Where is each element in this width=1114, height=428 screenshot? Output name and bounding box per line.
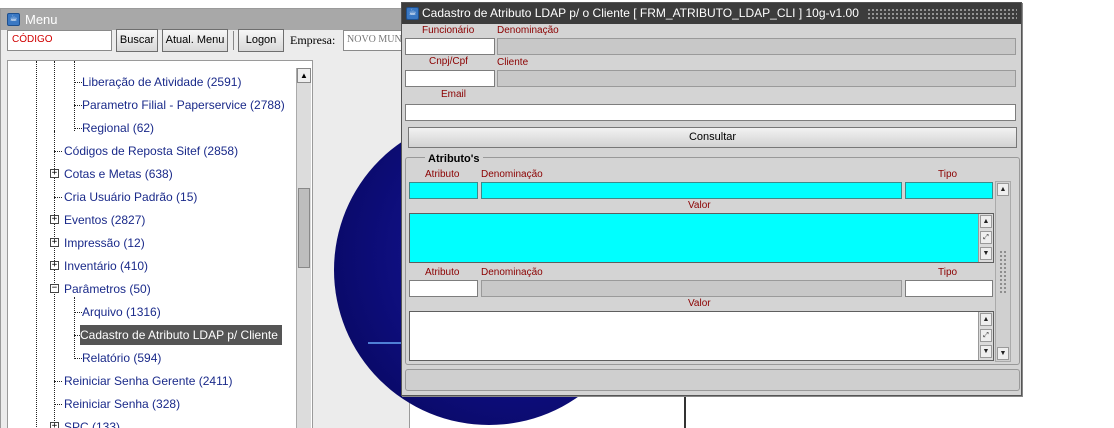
tree-expand-icon[interactable]: + bbox=[50, 215, 59, 224]
scroll-up-icon[interactable]: ▲ bbox=[980, 313, 992, 326]
valor-scrollbar[interactable]: ▲ ⤢ ▼ bbox=[978, 312, 993, 360]
menu-title: Menu bbox=[25, 12, 58, 27]
cliente-label: Cliente bbox=[497, 57, 529, 68]
tree-item-parametros[interactable]: Parâmetros (50) bbox=[64, 279, 151, 299]
records-scroll-grip[interactable] bbox=[999, 250, 1007, 294]
tree-item-reiniciar-senha[interactable]: Reiniciar Senha (328) bbox=[64, 394, 180, 414]
valor-label: Valor bbox=[688, 298, 711, 309]
valor-textarea[interactable]: ▲ ⤢ ▼ bbox=[409, 311, 994, 361]
tree-branch bbox=[54, 381, 62, 382]
scroll-down-icon[interactable]: ▼ bbox=[980, 345, 992, 358]
tree-item-relatorio[interactable]: Relatório (594) bbox=[82, 348, 161, 368]
tree-guide-line bbox=[36, 61, 37, 428]
tree-branch bbox=[74, 128, 82, 129]
atributo-field[interactable] bbox=[409, 280, 478, 297]
atributos-group-title: Atributo's bbox=[425, 153, 483, 165]
tree-expand-icon[interactable]: + bbox=[50, 261, 59, 270]
tree-item-liberacao[interactable]: Liberação de Atividade (2591) bbox=[82, 72, 241, 92]
tree-scroll-thumb[interactable] bbox=[298, 188, 310, 268]
tree-item-codigos-reposta[interactable]: Códigos de Reposta Sitef (2858) bbox=[64, 141, 238, 161]
email-field[interactable] bbox=[405, 104, 1016, 121]
scroll-down-icon[interactable]: ▼ bbox=[997, 347, 1009, 360]
tree-collapse-icon[interactable]: − bbox=[50, 284, 59, 293]
tree-item-parametro-filial[interactable]: Parametro Filial - Paperservice (2788) bbox=[82, 95, 285, 115]
ldap-title: Cadastro de Atributo LDAP p/ o Cliente [… bbox=[422, 6, 859, 20]
denominacao-field bbox=[481, 280, 902, 297]
background-divider bbox=[684, 395, 686, 428]
denominacao-label: Denominação bbox=[481, 169, 543, 180]
tree-item-cadastro-ldap[interactable]: Cadastro de Atributo LDAP p/ Cliente bbox=[80, 325, 282, 345]
tree-branch bbox=[54, 197, 62, 198]
funcionario-label: Funcionário bbox=[422, 25, 475, 36]
funcionario-denominacao-label: Denominação bbox=[497, 25, 559, 36]
tree-branch bbox=[74, 358, 82, 359]
tree-branch bbox=[54, 404, 62, 405]
tipo-label: Tipo bbox=[938, 169, 958, 180]
tree-item-reiniciar-senha-gerente[interactable]: Reiniciar Senha Gerente (2411) bbox=[64, 371, 233, 391]
tree-item-inventario[interactable]: Inventário (410) bbox=[64, 256, 148, 276]
expand-text-icon[interactable]: ⤢ bbox=[980, 231, 992, 244]
java-app-icon: ☕ bbox=[7, 13, 20, 26]
empresa-label: Empresa: bbox=[290, 33, 336, 47]
funcionario-denominacao-field bbox=[497, 38, 1016, 55]
tree-branch bbox=[74, 105, 82, 106]
cliente-field bbox=[497, 70, 1016, 87]
menu-tree: + + + + − + Liberação de Atividade (2591… bbox=[7, 60, 313, 428]
tree-expand-icon[interactable]: + bbox=[50, 238, 59, 247]
tree-guide-line bbox=[54, 61, 55, 131]
expand-text-icon[interactable]: ⤢ bbox=[980, 329, 992, 342]
ldap-form-window: ☕ Cadastro de Atributo LDAP p/ o Cliente… bbox=[401, 2, 1022, 396]
menu-title-bar[interactable]: ☕ Menu bbox=[1, 9, 409, 30]
tree-branch bbox=[74, 82, 82, 83]
logon-button[interactable]: Logon bbox=[238, 29, 284, 52]
tree-item-cotas-metas[interactable]: Cotas e Metas (638) bbox=[64, 164, 173, 184]
tree-item-regional[interactable]: Regional (62) bbox=[82, 118, 154, 138]
buscar-button[interactable]: Buscar bbox=[116, 29, 158, 52]
valor-textarea[interactable]: ▲ ⤢ ▼ bbox=[409, 213, 994, 263]
tipo-field[interactable] bbox=[905, 182, 993, 199]
funcionario-field[interactable] bbox=[405, 38, 495, 55]
atributo-field[interactable] bbox=[409, 182, 478, 199]
tipo-label: Tipo bbox=[938, 267, 958, 278]
status-bar bbox=[405, 369, 1020, 391]
desktop: ☕ Menu CÓDIGO Buscar Atual. Menu Logon E… bbox=[0, 0, 1114, 428]
tree-expand-icon[interactable]: + bbox=[50, 169, 59, 178]
tree-item-eventos[interactable]: Eventos (2827) bbox=[64, 210, 145, 230]
tree-expand-icon[interactable]: + bbox=[50, 422, 59, 428]
tree-item-impressao[interactable]: Impressão (12) bbox=[64, 233, 145, 253]
tree-item-arquivo[interactable]: Arquivo (1316) bbox=[82, 302, 161, 322]
tree-scrollbar[interactable]: ▲ bbox=[296, 68, 311, 428]
scroll-up-icon[interactable]: ▲ bbox=[980, 215, 992, 228]
cnpj-field[interactable] bbox=[405, 70, 495, 87]
java-app-icon: ☕ bbox=[406, 7, 419, 20]
cnpj-label: Cnpj/Cpf bbox=[429, 56, 468, 67]
menu-toolbar: CÓDIGO Buscar Atual. Menu Logon Empresa:… bbox=[0, 29, 413, 55]
tree-guide-line bbox=[74, 297, 75, 359]
tree-guide-line bbox=[74, 61, 75, 131]
scroll-up-icon[interactable]: ▲ bbox=[297, 68, 311, 83]
scroll-down-icon[interactable]: ▼ bbox=[980, 247, 992, 260]
title-bar-grip bbox=[867, 8, 1017, 19]
atual-menu-button[interactable]: Atual. Menu bbox=[162, 29, 228, 52]
valor-label: Valor bbox=[688, 200, 711, 211]
codigo-input[interactable]: CÓDIGO bbox=[7, 30, 112, 51]
tipo-field[interactable] bbox=[905, 280, 993, 297]
scroll-up-icon[interactable]: ▲ bbox=[997, 183, 1009, 196]
atributo-label: Atributo bbox=[425, 169, 460, 180]
tree-branch bbox=[54, 151, 62, 152]
records-scrollbar[interactable]: ▲ ▼ bbox=[995, 181, 1011, 362]
atributo-label: Atributo bbox=[425, 267, 460, 278]
ldap-title-bar[interactable]: ☕ Cadastro de Atributo LDAP p/ o Cliente… bbox=[402, 3, 1021, 24]
denominacao-label: Denominação bbox=[481, 267, 543, 278]
consultar-button[interactable]: Consultar bbox=[408, 127, 1017, 148]
tree-branch bbox=[74, 312, 82, 313]
toolbar-separator bbox=[233, 31, 234, 50]
email-label: Email bbox=[441, 89, 467, 100]
tree-item-spc[interactable]: SPC (133) bbox=[64, 417, 120, 428]
denominacao-field[interactable] bbox=[481, 182, 902, 199]
valor-scrollbar[interactable]: ▲ ⤢ ▼ bbox=[978, 214, 993, 262]
tree-item-cria-usuario[interactable]: Cria Usuário Padrão (15) bbox=[64, 187, 197, 207]
